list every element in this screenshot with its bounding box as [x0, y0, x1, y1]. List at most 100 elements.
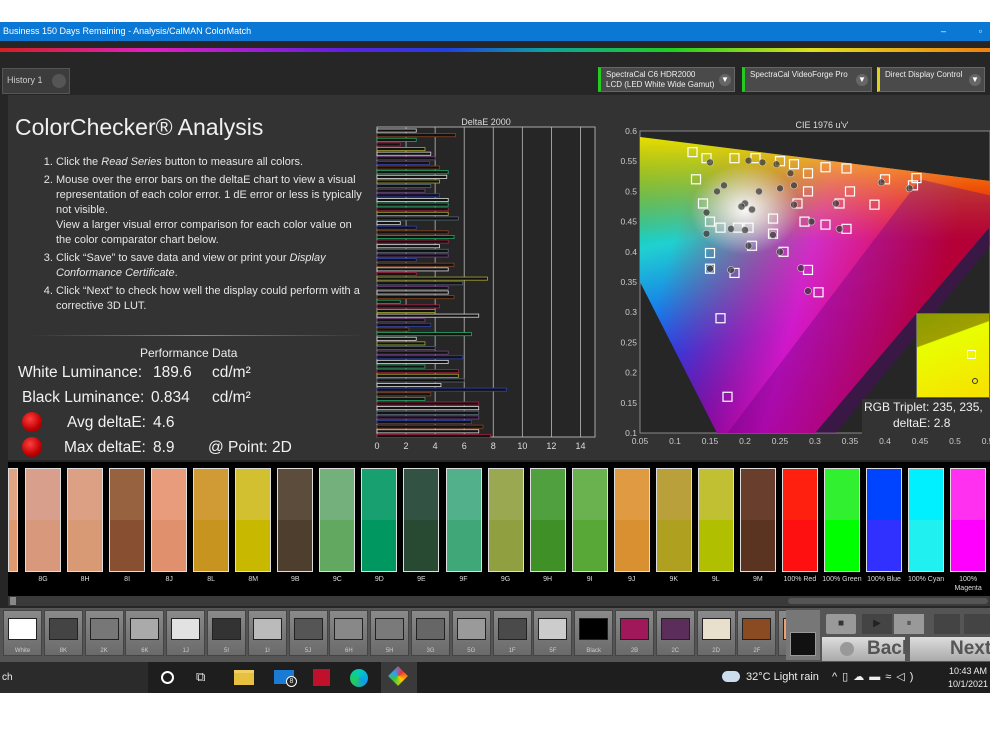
measured-point — [797, 264, 805, 272]
deltae-chart[interactable]: DeltaE 2000 0 2 4 6 8 10 12 14 — [370, 112, 602, 458]
series-point-button[interactable]: 2C — [655, 610, 695, 656]
swatch[interactable] — [8, 468, 18, 572]
swatch[interactable] — [361, 468, 398, 572]
performance-heading: Performance Data — [140, 346, 238, 360]
swatch-measured — [951, 469, 986, 520]
cortana-icon[interactable] — [161, 671, 174, 684]
generator-dropdown[interactable]: SpectraCal VideoForge Pro ▼ — [742, 67, 872, 92]
deltae-bar — [376, 225, 417, 230]
swatch[interactable] — [571, 468, 608, 572]
series-point-button[interactable]: 5I — [207, 610, 246, 656]
search-box[interactable]: ch — [0, 662, 148, 693]
x-tick-label: 0.3 — [809, 436, 821, 446]
swatch[interactable] — [403, 468, 440, 572]
swatch[interactable] — [823, 468, 860, 572]
deltae-bar — [376, 202, 449, 207]
swatch[interactable] — [193, 468, 230, 572]
option-button[interactable] — [934, 614, 960, 634]
task-view-icon[interactable]: ⧉ — [196, 669, 205, 685]
meter-dropdown[interactable]: SpectraCal C6 HDR2000 LCD (LED White Wid… — [598, 67, 735, 92]
weather-text[interactable]: 32°C Light rain — [746, 671, 819, 683]
swatch-label: 8I — [124, 576, 131, 583]
scroll-thumb[interactable] — [788, 598, 988, 604]
deltae-bar — [376, 276, 488, 281]
series-point-button[interactable]: 1J — [166, 610, 206, 656]
measured-point — [877, 178, 886, 187]
swatch[interactable] — [487, 468, 524, 572]
display-dropdown[interactable]: Direct Display Control ▼ — [877, 67, 985, 92]
swatch-label: 100% Magenta — [954, 576, 982, 592]
series-point-button[interactable]: 2F — [737, 610, 777, 656]
measured-point — [776, 248, 784, 256]
swatch[interactable] — [235, 468, 272, 572]
swatch-measured — [867, 469, 901, 520]
series-point-button[interactable]: Black — [574, 610, 614, 656]
series-point-button[interactable]: 8K — [43, 610, 83, 656]
read-series-button[interactable]: ⏸ — [894, 614, 924, 634]
series-color — [701, 618, 731, 640]
series-point-button[interactable]: 1I — [247, 610, 287, 656]
calman-icon[interactable] — [381, 662, 417, 693]
clock[interactable]: 10:43 AM 10/1/2021 — [948, 665, 988, 691]
swatch[interactable] — [109, 468, 146, 572]
maximize-button[interactable]: ▫ — [979, 22, 982, 41]
series-point-button[interactable]: 3G — [411, 610, 450, 656]
swatch[interactable] — [866, 468, 902, 572]
deltae-bar — [376, 424, 484, 429]
series-point-button[interactable]: 2K — [84, 610, 124, 656]
swatch[interactable] — [67, 468, 104, 572]
series-point-button[interactable]: White — [3, 610, 42, 656]
swatch[interactable] — [445, 468, 482, 572]
swatch[interactable] — [613, 468, 650, 572]
series-point-button[interactable]: 5J — [288, 610, 328, 656]
swatch-target — [656, 520, 691, 571]
next-button[interactable]: Next — [910, 637, 990, 661]
back-button[interactable]: Back — [822, 637, 912, 661]
series-point-button[interactable]: 6H — [329, 610, 369, 656]
swatch[interactable] — [529, 468, 566, 572]
play-button[interactable]: ▶ — [862, 614, 892, 634]
option-button[interactable] — [964, 614, 990, 634]
deltae-bar — [376, 290, 449, 295]
swatch[interactable] — [655, 468, 692, 572]
edge-icon[interactable] — [350, 669, 368, 687]
swatch[interactable] — [908, 468, 945, 572]
series-color — [497, 618, 527, 640]
swatch[interactable] — [277, 468, 314, 572]
tab-history-1[interactable]: History 1 — [2, 68, 70, 94]
deltae-bar — [376, 336, 417, 341]
deltae-bar — [376, 253, 449, 258]
comparator-scrollbar[interactable] — [8, 596, 990, 606]
deltae-bar — [376, 332, 472, 337]
series-point-button[interactable]: 5H — [370, 610, 410, 656]
swatch[interactable] — [697, 468, 734, 572]
swatch-label: 8H — [80, 576, 90, 583]
deltae-bar — [376, 387, 507, 392]
series-point-button[interactable]: 1F — [492, 610, 532, 656]
swatch-target — [362, 520, 397, 571]
y-tick-label: 0.6 — [625, 126, 637, 136]
minimize-button[interactable]: – — [941, 22, 946, 41]
add-tab-icon[interactable] — [52, 74, 66, 88]
measured-point — [835, 225, 844, 233]
series-point-button[interactable]: 2D — [696, 610, 736, 656]
scroll-left-arrow[interactable] — [10, 597, 16, 605]
swatch[interactable] — [739, 468, 776, 572]
swatch-target — [404, 520, 439, 571]
series-point-button[interactable]: 5F — [533, 610, 573, 656]
swatch[interactable] — [781, 468, 818, 572]
series-color — [171, 618, 201, 640]
stop-button[interactable]: ■ — [826, 614, 856, 634]
series-point-button[interactable]: 6K — [125, 610, 165, 656]
swatch[interactable] — [25, 468, 61, 572]
swatch[interactable] — [950, 468, 987, 572]
series-point-button[interactable]: 2B — [615, 610, 654, 656]
series-point-button[interactable]: 5G — [451, 610, 491, 656]
mail-icon[interactable]: 8 — [274, 670, 297, 687]
tray-icons[interactable]: ^▯☁▬≈◁) — [832, 670, 918, 683]
swatch[interactable] — [151, 468, 188, 572]
swatch[interactable] — [319, 468, 356, 572]
deltae-bar — [376, 318, 426, 323]
gift-icon[interactable] — [313, 669, 330, 686]
file-explorer-icon[interactable] — [234, 670, 254, 685]
